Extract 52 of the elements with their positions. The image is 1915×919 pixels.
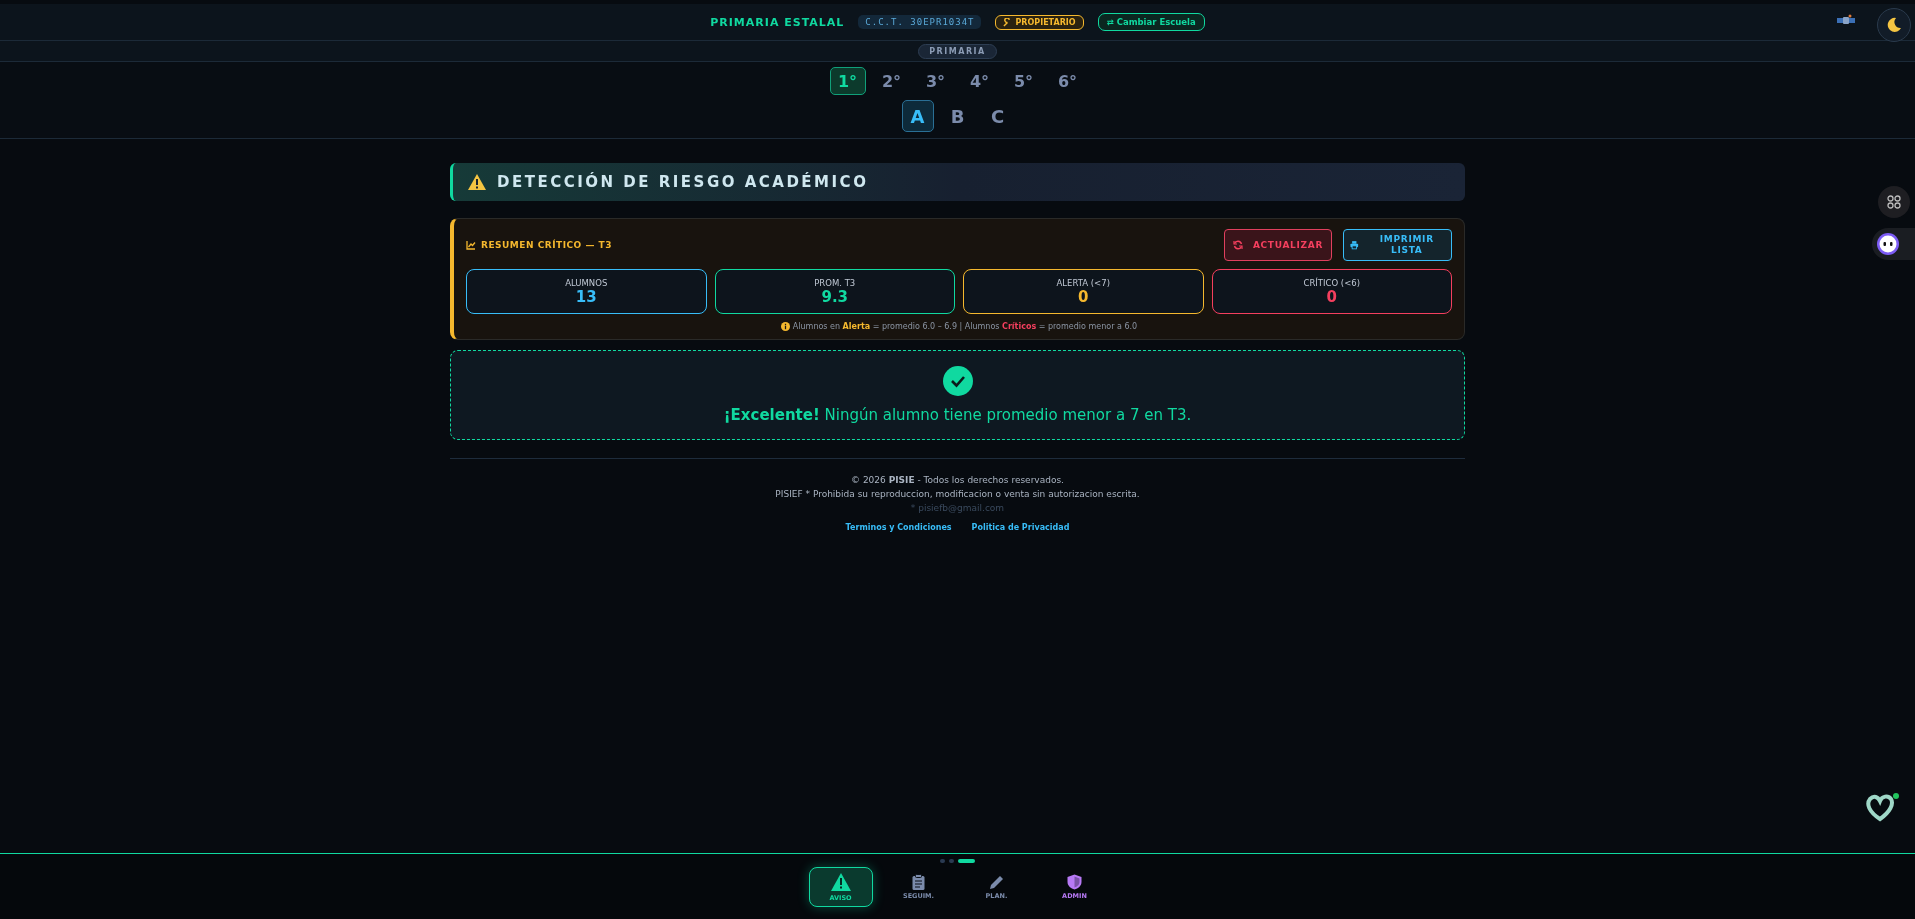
print-button[interactable]: IMPRIMIR LISTA	[1343, 229, 1452, 261]
robot-face-icon	[1877, 233, 1899, 255]
stat-label: PROM. T3	[814, 277, 856, 288]
legal-notice: PISIEF * Prohibida su reproduccion, modificacion o venta sin autorizacion escrita.	[775, 489, 1140, 499]
dark-mode-button[interactable]	[1877, 8, 1911, 42]
grid-icon	[1887, 195, 1901, 209]
page-indicator[interactable]	[958, 859, 975, 863]
switch-school-button[interactable]: ⇄ Cambiar Escuela	[1097, 13, 1205, 31]
grade-tab[interactable]: 2°	[873, 67, 910, 95]
grade-tab[interactable]: 1°	[829, 67, 866, 95]
warning-icon	[467, 173, 487, 191]
level-badge: PRIMARIA	[918, 43, 997, 59]
heart-logo-drawing[interactable]	[1865, 792, 1899, 822]
school-code-badge: C.C.T. 30EPR1034T	[858, 15, 982, 29]
stat-value: 13	[575, 287, 597, 306]
group-tab[interactable]: B	[941, 100, 974, 132]
group-tab[interactable]: A	[901, 100, 934, 132]
group-tab[interactable]: C	[981, 100, 1014, 132]
grade-tab[interactable]: 4°	[961, 67, 998, 95]
pencil-icon	[989, 874, 1004, 890]
stat-value: 0	[1078, 287, 1089, 306]
footer-link[interactable]: Terminos y Condiciones	[845, 523, 952, 532]
grade-tab[interactable]: 6°	[1049, 67, 1086, 95]
shield-icon	[1067, 874, 1082, 890]
footer-link[interactable]: Politica de Privacidad	[971, 523, 1070, 532]
grade-tab[interactable]: 3°	[917, 67, 954, 95]
legend-text: Alumnos en Alerta = promedio 6.0 – 6.9 | Alumnos Críticos = promedio menor a 6.0	[792, 322, 1138, 331]
apps-button[interactable]	[1878, 186, 1910, 218]
page-title: DETECCIÓN DE RIESGO ACADÉMICO	[497, 173, 869, 191]
check-circle-icon	[942, 366, 973, 396]
printer-icon	[1350, 240, 1359, 250]
role-badge: PROPIETARIO	[995, 14, 1084, 30]
info-icon	[780, 322, 790, 331]
stat-value: 9.3	[821, 287, 849, 306]
grade-tab[interactable]: 5°	[1005, 67, 1042, 95]
warning-icon	[829, 872, 852, 892]
chart-icon	[466, 240, 476, 250]
stat-label: ALUMNOS	[565, 277, 608, 288]
stat-label: CRÍTICO (<6)	[1303, 277, 1360, 288]
copyright-text: © 2026 PISIE - Todos los derechos reservados.	[851, 475, 1064, 485]
stat-label: ALERTA (<7)	[1056, 277, 1110, 288]
refresh-icon	[1232, 240, 1243, 250]
assistant-button[interactable]	[1872, 228, 1915, 260]
satellite-icon	[1837, 14, 1855, 26]
stat-value: 0	[1326, 287, 1337, 306]
moon-icon	[1886, 17, 1902, 33]
refresh-button[interactable]: ACTUALIZAR	[1224, 229, 1332, 261]
school-name: PRIMARIA ESTALAL	[710, 15, 845, 29]
clipboard-icon	[912, 874, 925, 890]
success-message: ¡Excelente! Ningún alumno tiene promedio menor a 7 en T3.	[723, 406, 1192, 424]
summary-title: RESUMEN CRÍTICO — T3	[481, 240, 612, 250]
contact-email: * pisiefb@gmail.com	[910, 503, 1005, 513]
